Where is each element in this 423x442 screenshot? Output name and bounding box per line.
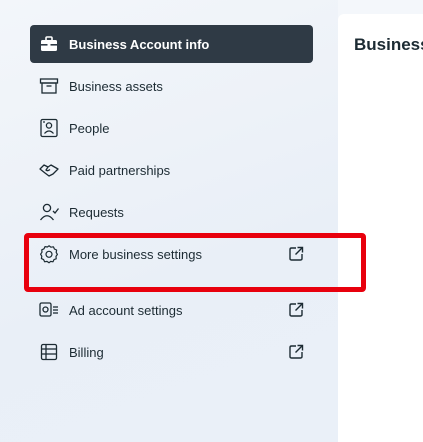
- sidebar-item-label: Business Account info: [69, 36, 210, 52]
- sidebar-item-business-assets[interactable]: Business assets: [30, 67, 313, 105]
- handshake-icon: [38, 159, 60, 181]
- sidebar-item-ad-account-settings[interactable]: Ad account settings: [30, 291, 313, 329]
- people-id-icon: [38, 117, 60, 139]
- sidebar-item-label: Billing: [69, 344, 104, 360]
- page-title: Business: [354, 35, 423, 54]
- sidebar-item-label: People: [69, 120, 110, 136]
- sidebar-item-paid-partnerships[interactable]: Paid partnerships: [30, 151, 313, 189]
- briefcase-icon: [38, 33, 60, 55]
- person-add-icon: [38, 201, 60, 223]
- main-content-panel: Business: [338, 14, 423, 442]
- sidebar-item-requests[interactable]: Requests: [30, 193, 313, 231]
- sidebar-item-label: Ad account settings: [69, 302, 183, 318]
- gear-icon: [38, 243, 60, 265]
- sidebar: Business Account info Business assets Pe…: [0, 0, 338, 442]
- sidebar-item-billing[interactable]: Billing: [30, 333, 313, 371]
- sidebar-item-label: More business settings: [69, 246, 202, 262]
- sidebar-item-label: Requests: [69, 204, 124, 220]
- ad-account-icon: [38, 299, 60, 321]
- sidebar-item-business-account-info[interactable]: Business Account info: [30, 25, 313, 63]
- billing-icon: [38, 341, 60, 363]
- external-link-icon[interactable]: [287, 245, 305, 263]
- sidebar-item-people[interactable]: People: [30, 109, 313, 147]
- sidebar-item-label: Paid partnerships: [69, 162, 171, 178]
- sidebar-item-more-business-settings[interactable]: More business settings: [30, 235, 313, 273]
- sidebar-item-label: Business assets: [69, 78, 163, 94]
- external-link-icon[interactable]: [287, 343, 305, 361]
- external-link-icon[interactable]: [287, 301, 305, 319]
- archive-box-icon: [38, 75, 60, 97]
